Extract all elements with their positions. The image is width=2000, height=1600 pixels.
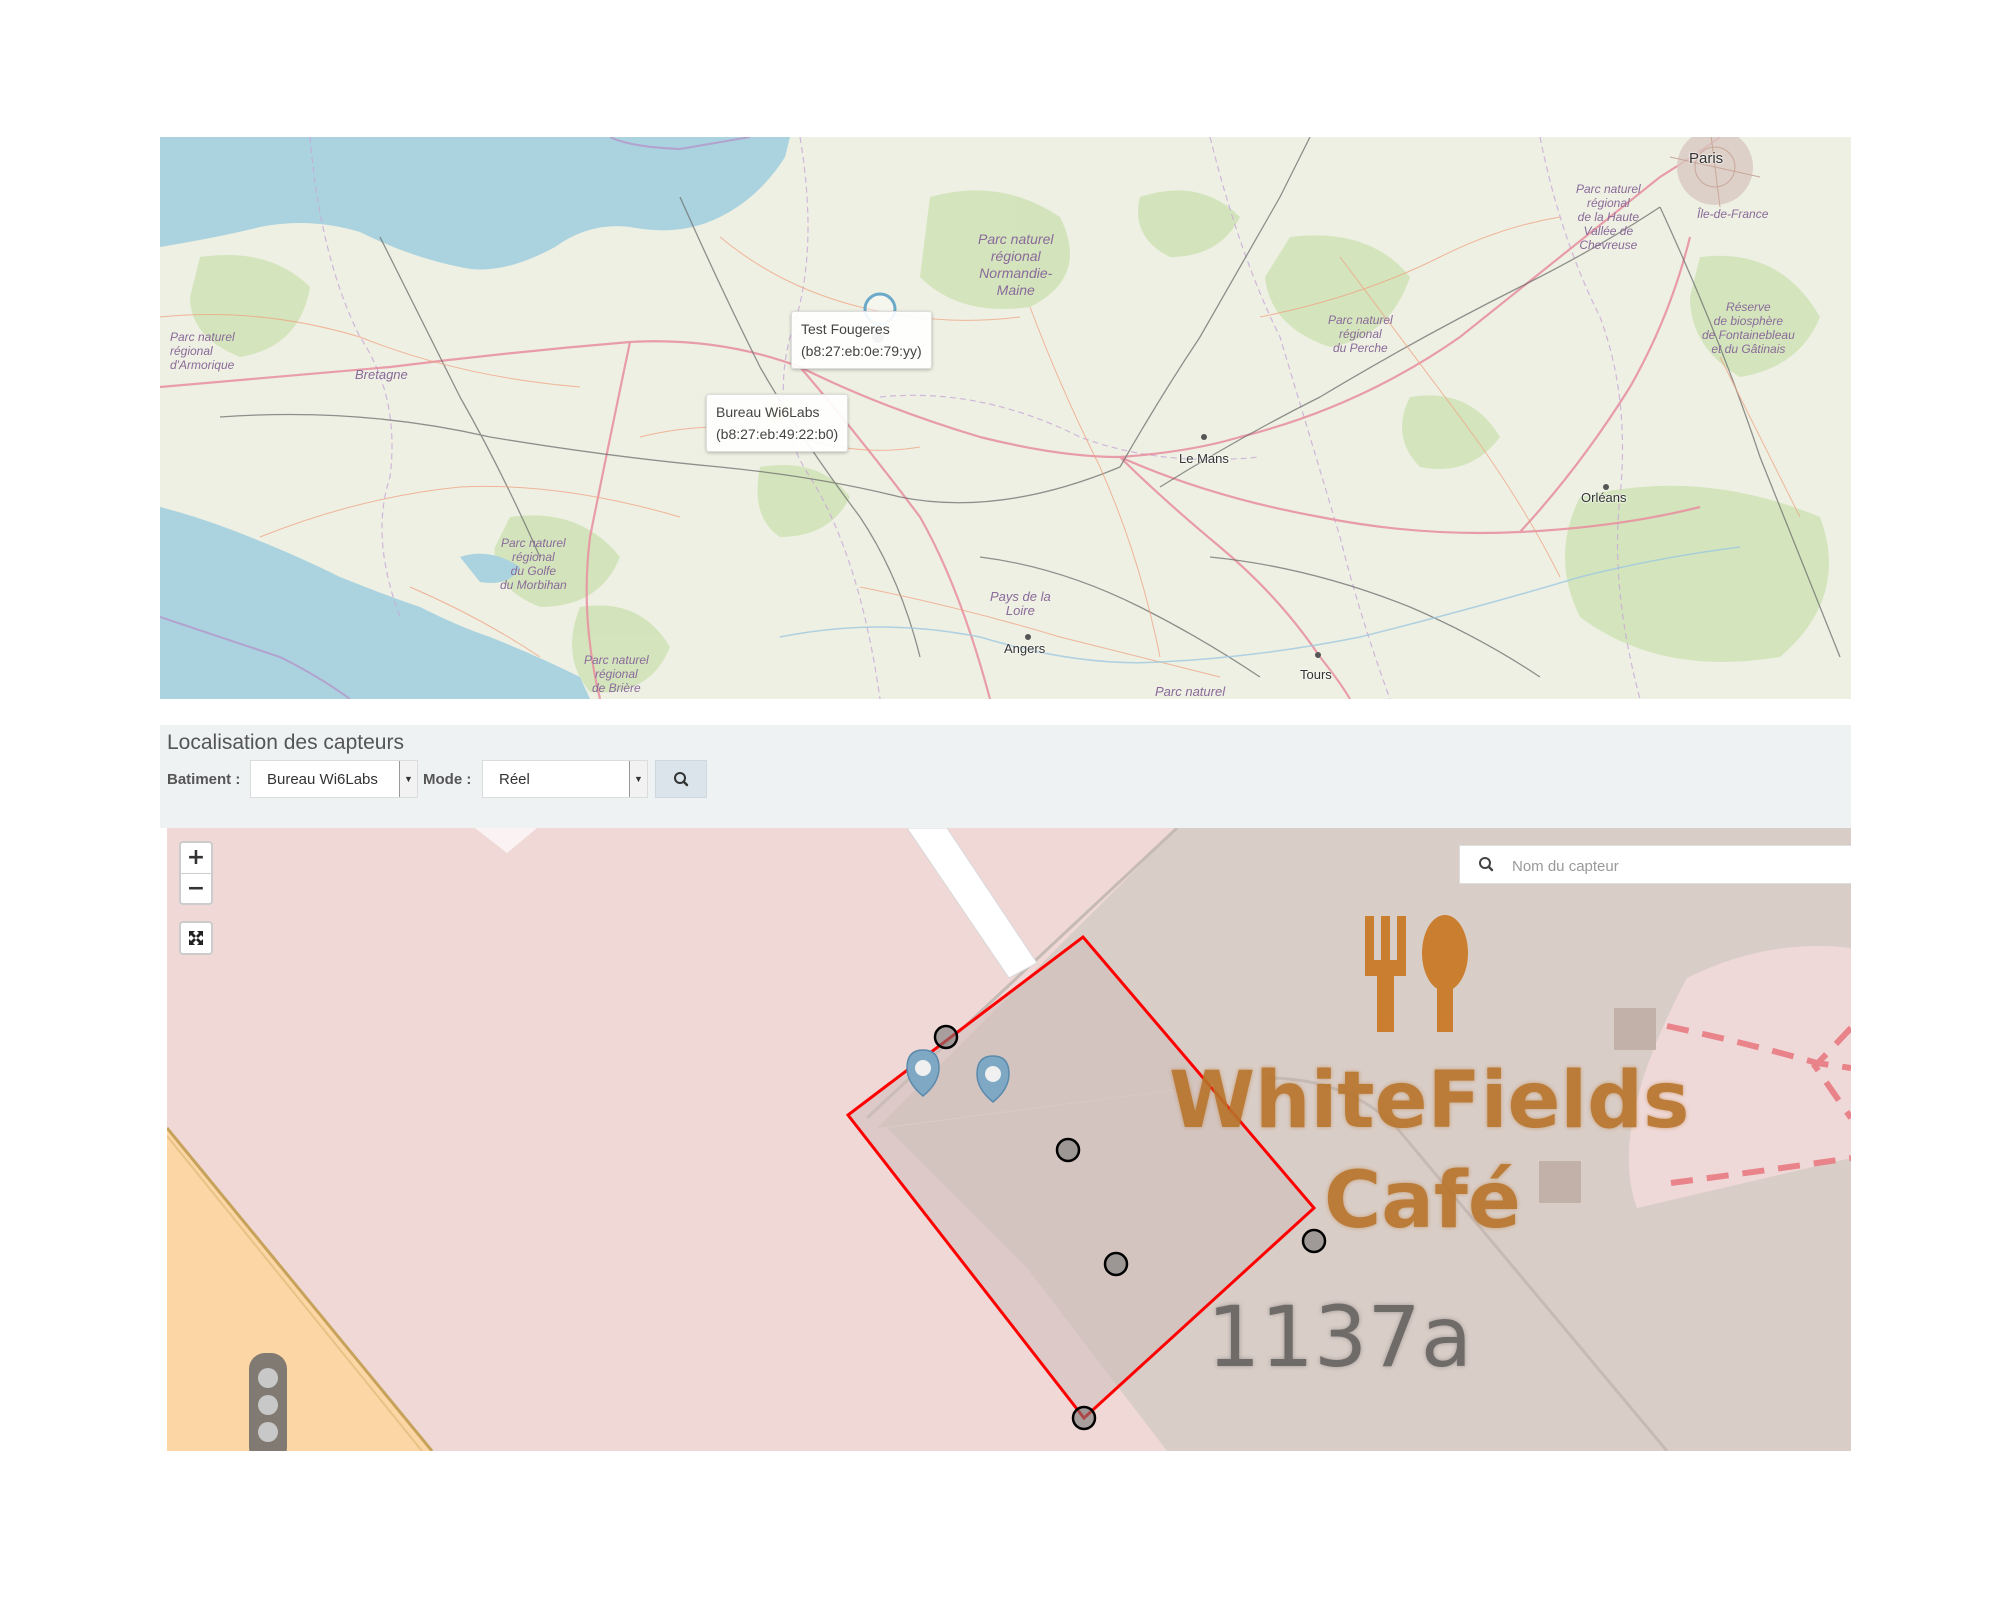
mode-select[interactable]: Réel ▼ [482,760,648,798]
search-button[interactable] [655,760,707,798]
fullscreen-icon [189,931,203,945]
mode-label: Mode : [423,771,472,788]
tooltip-bureau-wi6labs: Bureau Wi6Labs (b8:27:eb:49:22:b0) [706,394,849,452]
panel-title: Localisation des capteurs [167,731,404,754]
polygon-vertex-handle[interactable] [1055,1137,1081,1163]
region-label-parc-haute-vallee: Parc naturel régional de la Haute Vallée… [1576,182,1641,252]
batiment-select-value: Bureau Wi6Labs [267,771,378,788]
polygon-vertex-handle[interactable] [1071,1405,1097,1431]
region-label-pays-de-la-loire: Pays de la Loire [990,589,1051,618]
region-map[interactable]: Parc naturel régional d'Armorique Bretag… [160,137,1851,699]
sensor-search-box [1459,845,1851,884]
sensor-localisation-panel: Localisation des capteurs Batiment : Bur… [160,725,1851,828]
polygon-vertex-handle[interactable] [933,1024,959,1050]
batiment-label: Batiment : [167,771,241,788]
search-icon [674,772,689,787]
tooltip-test-fougeres: Test Fougeres (b8:27:eb:0e:79:yy) [791,311,932,369]
search-icon [1479,857,1494,872]
region-label-parc-normandie-maine: Parc naturel régional Normandie- Maine [978,231,1054,298]
region-label-parc-armorique: Parc naturel régional d'Armorique [170,330,235,372]
city-label-orleans: Orléans [1581,490,1627,505]
polygon-vertex-handle[interactable] [1301,1228,1327,1254]
sensor-search-input[interactable] [1510,854,1834,878]
city-label-tours: Tours [1300,667,1332,682]
region-label-parc-naturel-bottom: Parc naturel [1155,684,1226,699]
tooltip-mac: (b8:27:eb:49:22:b0) [716,426,839,442]
poi-name-line1: WhiteFields [1169,1056,1690,1146]
city-label-paris: Paris [1689,150,1724,167]
region-label-bretagne: Bretagne [355,367,408,382]
fullscreen-button[interactable] [179,921,213,955]
city-label-angers: Angers [1004,641,1046,656]
region-label-parc-perche: Parc naturel régional du Perche [1328,313,1393,355]
region-label-reserve-fontainebleau: Réserve de biosphère de Fontainebleau et… [1702,300,1795,356]
address-label: 1137a [1207,1288,1473,1386]
region-label-ile-de-france: Île-de-France [1697,207,1769,221]
traffic-light-icon [249,1353,287,1451]
zoom-in-button[interactable]: + [181,843,211,873]
zoom-control: + − [179,841,213,905]
polygon-vertex-handle[interactable] [1103,1251,1129,1277]
chevron-down-icon[interactable]: ▼ [629,761,647,797]
region-label-parc-briere: Parc naturel régional de Brière [584,653,649,695]
mode-select-value: Réel [499,771,530,788]
poi-name-line2: Café [1324,1156,1521,1246]
batiment-select[interactable]: Bureau Wi6Labs ▼ [250,760,418,798]
building-map[interactable]: WhiteFields Café 1137a + − [167,828,1851,1451]
zoom-out-button[interactable]: − [181,873,211,904]
region-label-parc-golfe-morbihan: Parc naturel régional du Golfe du Morbih… [500,536,567,592]
city-label-le-mans: Le Mans [1179,451,1229,466]
tooltip-mac: (b8:27:eb:0e:79:yy) [801,343,922,359]
chevron-down-icon[interactable]: ▼ [399,761,417,797]
tooltip-title: Test Fougeres [801,321,890,337]
tooltip-title: Bureau Wi6Labs [716,404,820,420]
